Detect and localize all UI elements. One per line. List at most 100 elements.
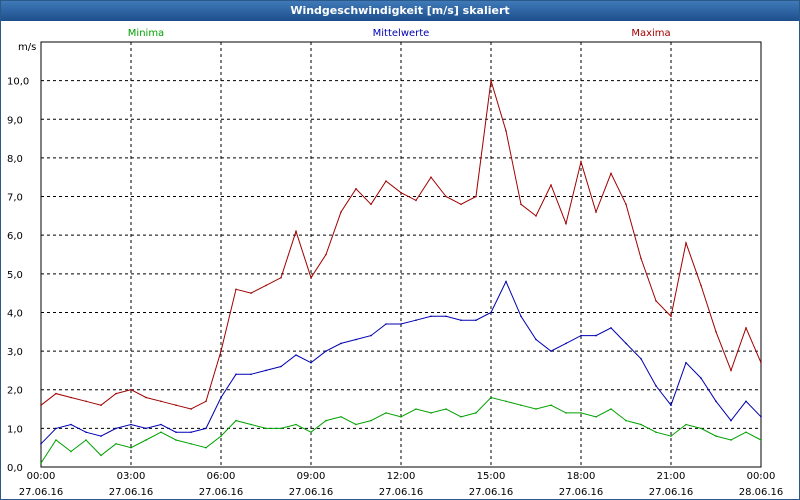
data-point-mittelwerte: [325, 350, 327, 352]
x-tick-date: 27.06.16: [379, 487, 424, 498]
data-point-minima: [220, 435, 222, 437]
y-axis: 0,0 1,0 2,0 3,0 4,0 5,0 6,0 7,0 8,0 9,0 10,0 m/s: [7, 42, 36, 474]
data-point-mittelwerte: [430, 315, 432, 318]
wind-speed-chart: 0,0 1,0 2,0 3,0 4,0 5,0 6,0 7,0 8,0 9,0 10,0 m/s 00…: [7, 28, 784, 498]
data-point-maxima: [220, 350, 222, 352]
y-tick-label: 9,0: [7, 115, 23, 126]
data-point-mittelwerte: [310, 361, 312, 364]
data-point-mittelwerte: [340, 342, 342, 345]
data-point-maxima: [625, 203, 627, 206]
y-tick-label: 3,0: [7, 347, 23, 358]
data-point-maxima: [445, 195, 447, 198]
data-point-mittelwerte: [160, 423, 162, 426]
data-point-minima: [295, 423, 297, 426]
data-point-minima: [40, 462, 42, 464]
data-point-maxima: [175, 404, 177, 407]
legend-entry-minima: Minima: [128, 28, 164, 39]
data-point-minima: [670, 435, 672, 437]
data-point-minima: [610, 408, 612, 410]
y-tick-label: 6,0: [7, 231, 23, 242]
data-point-minima: [235, 419, 237, 422]
x-tick-time: 18:00: [567, 471, 596, 482]
data-point-minima: [475, 412, 477, 414]
x-tick-date: 27.06.16: [19, 487, 64, 498]
data-point-mittelwerte: [580, 334, 582, 337]
data-point-maxima: [130, 388, 132, 391]
data-point-maxima: [235, 288, 237, 291]
data-point-mittelwerte: [445, 315, 447, 318]
data-point-mittelwerte: [220, 396, 222, 399]
data-point-minima: [640, 423, 642, 426]
data-point-mittelwerte: [730, 419, 732, 422]
data-point-maxima: [370, 203, 372, 206]
data-point-maxima: [535, 215, 537, 217]
data-point-mittelwerte: [535, 338, 537, 341]
x-tick-date: 27.06.16: [109, 487, 154, 498]
data-point-maxima: [550, 184, 552, 186]
data-point-mittelwerte: [370, 334, 372, 337]
x-tick-time: 03:00: [117, 471, 146, 482]
data-point-mittelwerte: [760, 416, 762, 418]
y-axis-label: m/s: [18, 42, 36, 53]
y-tick-label: 0,0: [7, 463, 23, 474]
data-point-maxima: [70, 396, 72, 399]
data-point-maxima: [310, 276, 312, 279]
chart-window: Windgeschwindigkeit [m/s] skaliert 0,0 1,…: [0, 0, 800, 500]
data-point-maxima: [415, 199, 417, 202]
data-point-maxima: [505, 130, 507, 132]
data-point-maxima: [355, 188, 357, 190]
data-point-maxima: [475, 195, 477, 198]
data-point-mittelwerte: [70, 423, 72, 426]
data-point-minima: [355, 423, 357, 426]
data-point-mittelwerte: [100, 435, 102, 437]
data-point-minima: [745, 431, 747, 434]
data-point-minima: [505, 400, 507, 403]
data-point-maxima: [460, 203, 462, 206]
y-tick-label: 4,0: [7, 308, 23, 319]
data-point-maxima: [715, 331, 717, 333]
x-tick-time: 00:00: [747, 471, 776, 482]
data-point-maxima: [205, 400, 207, 403]
data-point-minima: [535, 408, 537, 410]
data-point-mittelwerte: [205, 427, 207, 430]
data-point-maxima: [760, 361, 762, 364]
data-point-mittelwerte: [595, 334, 597, 337]
legend: Minima Mittelwerte Maxima: [128, 28, 671, 39]
data-point-maxima: [325, 253, 327, 256]
data-point-mittelwerte: [625, 342, 627, 345]
data-point-mittelwerte: [520, 315, 522, 318]
data-point-minima: [760, 439, 762, 441]
data-point-minima: [625, 419, 627, 422]
data-point-minima: [655, 431, 657, 434]
data-point-minima: [130, 446, 132, 449]
data-point-mittelwerte: [550, 350, 552, 352]
data-point-mittelwerte: [355, 338, 357, 341]
data-point-maxima: [55, 392, 57, 395]
data-point-minima: [370, 419, 372, 422]
data-point-minima: [490, 396, 492, 399]
legend-entry-maxima: Maxima: [631, 28, 670, 39]
data-point-mittelwerte: [700, 377, 702, 379]
data-point-maxima: [280, 276, 282, 279]
data-point-mittelwerte: [565, 342, 567, 345]
x-tick-date: 28.06.16: [739, 487, 784, 498]
data-point-minima: [430, 412, 432, 414]
data-point-mittelwerte: [490, 311, 492, 314]
data-point-mittelwerte: [280, 365, 282, 368]
data-point-maxima: [580, 161, 582, 163]
data-point-minima: [250, 423, 252, 426]
data-point-maxima: [160, 400, 162, 403]
data-point-maxima: [190, 408, 192, 410]
y-tick-label: 1,0: [7, 424, 23, 435]
data-point-mittelwerte: [295, 354, 297, 356]
data-point-maxima: [595, 211, 597, 213]
data-point-mittelwerte: [505, 280, 507, 283]
data-point-maxima: [685, 242, 687, 244]
data-point-maxima: [565, 222, 567, 225]
y-tick-label: 2,0: [7, 386, 23, 397]
data-point-minima: [175, 439, 177, 441]
data-point-maxima: [490, 79, 492, 82]
data-point-minima: [550, 404, 552, 407]
x-tick-time: 12:00: [387, 471, 416, 482]
x-tick-time: 21:00: [657, 471, 686, 482]
